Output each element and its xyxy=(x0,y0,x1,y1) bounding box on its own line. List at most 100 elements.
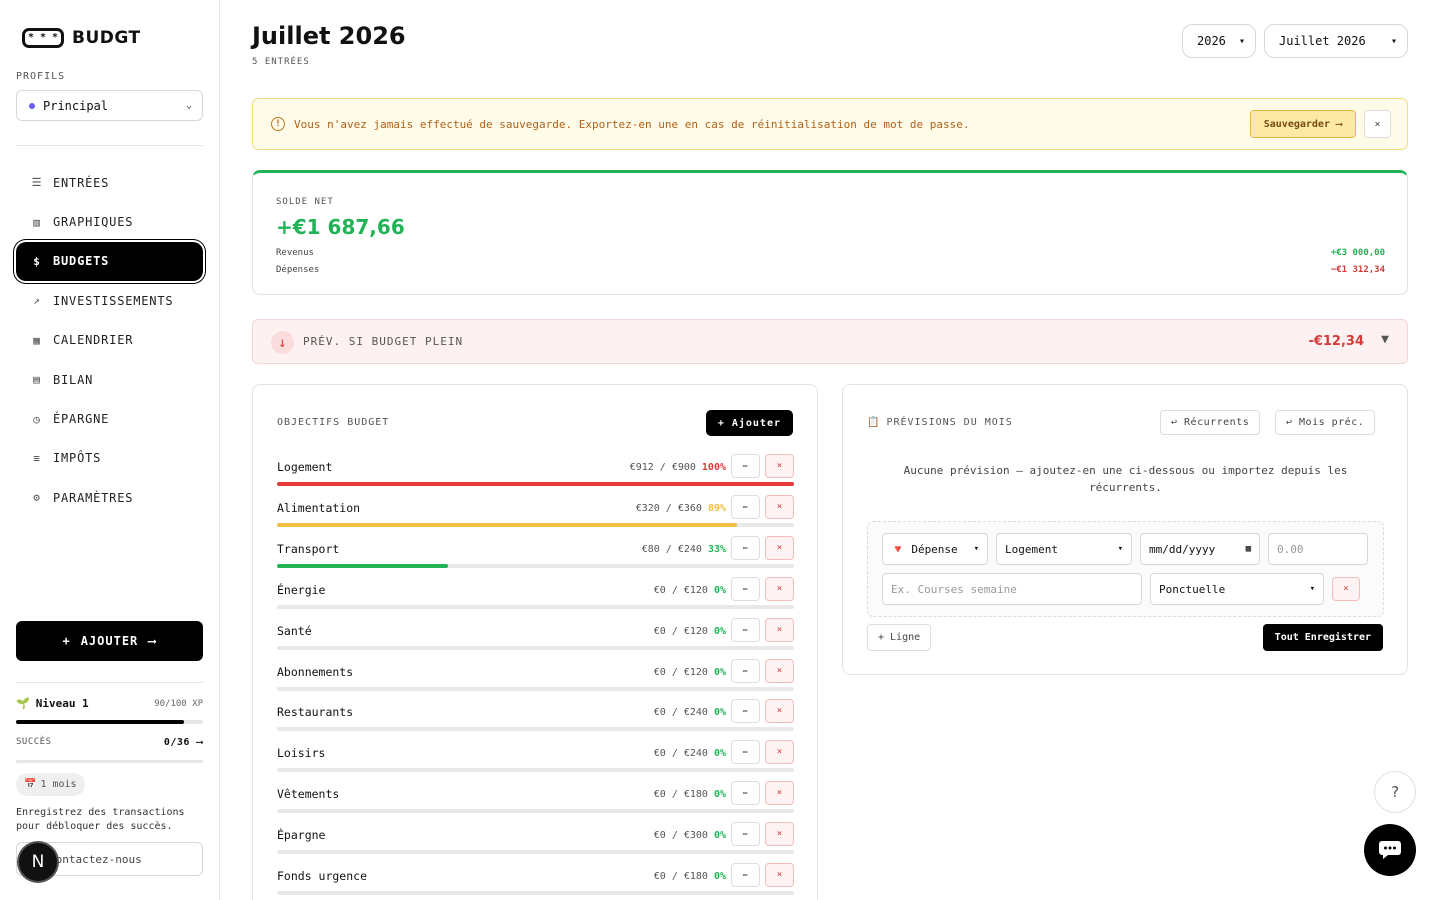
edit-budget-button[interactable]: ✏ xyxy=(731,454,760,478)
delete-budget-button[interactable]: × xyxy=(765,535,794,560)
succes-row[interactable]: SUCCÈS 0/36 ⟶ xyxy=(16,737,203,748)
chat-button[interactable] xyxy=(1364,824,1416,876)
delete-budget-button[interactable]: × xyxy=(765,699,794,724)
date-input[interactable]: mm/dd/yyyy ▦ xyxy=(1140,533,1260,565)
year-select[interactable]: 2026 ▾ xyxy=(1182,24,1256,58)
edit-budget-button[interactable]: ✏ xyxy=(731,699,760,724)
delete-budget-button[interactable]: × xyxy=(765,658,794,683)
budget-row: Alimentation €320 / €360 89% ✏ × xyxy=(277,494,794,536)
month-badge-label: 1 mois xyxy=(40,779,77,790)
logo[interactable]: * * * BUDGT xyxy=(22,28,141,48)
chevron-down-icon: ▾ xyxy=(1309,584,1315,594)
edit-budget-button[interactable]: ✏ xyxy=(731,576,760,601)
delete-budget-button[interactable]: × xyxy=(765,494,794,519)
help-button[interactable]: ? xyxy=(1374,771,1416,813)
type-select[interactable]: 🔻 Dépense ▾ xyxy=(882,533,988,565)
budget-name: Vêtements xyxy=(277,787,340,802)
delete-budget-button[interactable]: × xyxy=(765,863,794,887)
add-budget-button[interactable]: + Ajouter xyxy=(705,410,793,436)
type-select-value: 🔻 Dépense xyxy=(891,542,958,556)
nav-item-epargne[interactable]: ◷ ÉPARGNE xyxy=(16,399,203,438)
clock-icon: ◷ xyxy=(33,412,41,426)
forecast-form: 🔻 Dépense ▾ Logement ▾ mm/dd/yyyy ▦ 0.00… xyxy=(867,521,1384,617)
budget-row: Transport €80 / €240 33% ✏ × xyxy=(277,535,794,577)
budget-percent: 0% xyxy=(713,584,726,596)
description-input[interactable]: Ex. Courses semaine xyxy=(882,573,1142,605)
edit-budget-button[interactable]: ✏ xyxy=(731,535,760,560)
budget-row: Loisirs €0 / €240 0% ✏ × xyxy=(277,740,794,781)
receipt-icon: ≡ xyxy=(33,451,41,465)
nav-item-calendrier[interactable]: ▦ CALENDRIER xyxy=(16,321,203,360)
add-entry-button[interactable]: + AJOUTER ⟶ xyxy=(16,621,203,661)
profile-name: Principal xyxy=(43,98,109,113)
nav-item-impots[interactable]: ≡ IMPÔTS xyxy=(16,439,203,478)
close-banner-button[interactable]: × xyxy=(1364,110,1391,138)
nav-label: BUDGETS xyxy=(53,254,110,269)
budget-row: Vêtements €0 / €180 0% ✏ × xyxy=(277,781,794,822)
divider xyxy=(16,682,203,683)
page-title: Juillet 2026 xyxy=(252,22,406,50)
nav-item-investissements[interactable]: ↗ INVESTISSEMENTS xyxy=(16,281,203,320)
nav-item-bilan[interactable]: ▤ BILAN xyxy=(16,360,203,399)
nav-item-parametres[interactable]: ⚙ PARAMÈTRES xyxy=(16,478,203,517)
n-avatar[interactable]: N xyxy=(19,843,57,881)
budget-amount: €320 / €360 89% xyxy=(635,502,726,514)
budget-progress-fill xyxy=(277,522,738,527)
delete-budget-button[interactable]: × xyxy=(765,454,794,478)
nav-label: GRAPHIQUES xyxy=(53,215,134,230)
budget-row: Abonnements €0 / €120 0% ✏ × xyxy=(277,658,794,700)
delete-budget-button[interactable]: × xyxy=(765,617,794,642)
delete-line-button[interactable]: × xyxy=(1332,577,1360,601)
budget-progress-bar xyxy=(277,686,794,691)
delete-budget-button[interactable]: × xyxy=(765,740,794,765)
depenses-label: Dépenses xyxy=(276,265,320,275)
delete-budget-button[interactable]: × xyxy=(765,781,794,806)
document-icon: ▤ xyxy=(33,373,41,387)
frequency-select[interactable]: Ponctuelle ▾ xyxy=(1150,573,1324,605)
edit-budget-button[interactable]: ✏ xyxy=(731,494,760,519)
budget-name: Énergie xyxy=(277,582,326,597)
edit-budget-button[interactable]: ✏ xyxy=(731,617,760,642)
budget-row: Logement €912 / €900 100% ✏ × xyxy=(277,454,794,495)
delete-budget-button[interactable]: × xyxy=(765,576,794,601)
import-recurrents-button[interactable]: ↩ Récurrents xyxy=(1160,410,1261,435)
edit-budget-button[interactable]: ✏ xyxy=(731,740,760,765)
budget-progress-bar xyxy=(277,768,794,773)
add-line-button[interactable]: + Ligne xyxy=(867,624,932,651)
nav-label: BILAN xyxy=(53,372,94,387)
edit-budget-button[interactable]: ✏ xyxy=(731,863,760,887)
revenus-label: Revenus xyxy=(276,248,314,258)
budget-percent: 0% xyxy=(713,871,726,882)
nav-item-entrees[interactable]: ☰ ENTRÉES xyxy=(16,163,203,202)
profile-select[interactable]: Principal ⌄ xyxy=(16,90,203,121)
full-budget-forecast[interactable]: ↓ PRÉV. SI BUDGET PLEIN -€12,34 ▼ xyxy=(252,319,1408,364)
bar-chart-icon: ▥ xyxy=(33,215,41,229)
monthly-forecasts-title: PRÉVISIONS DU MOIS xyxy=(886,417,1013,428)
budget-name: Fonds urgence xyxy=(277,869,368,883)
net-balance-label: SOLDE NET xyxy=(276,197,334,207)
depenses-value: −€1 312,34 xyxy=(1330,265,1385,275)
month-badge: 📅 1 mois xyxy=(16,773,85,796)
budget-name: Abonnements xyxy=(277,664,354,679)
budget-name: Alimentation xyxy=(277,500,361,515)
save-all-button[interactable]: Tout Enregistrer xyxy=(1262,624,1383,651)
month-select[interactable]: Juillet 2026 ▾ xyxy=(1264,24,1408,58)
edit-budget-button[interactable]: ✏ xyxy=(731,781,760,806)
budget-progress-bar xyxy=(277,850,794,855)
category-select[interactable]: Logement ▾ xyxy=(996,533,1132,565)
budget-amount: €0 / €120 0% xyxy=(653,625,726,637)
nav-item-budgets[interactable]: $ BUDGETS xyxy=(16,241,203,282)
amount-input[interactable]: 0.00 xyxy=(1268,533,1368,565)
edit-budget-button[interactable]: ✏ xyxy=(731,822,760,847)
nav-item-graphiques[interactable]: ▥ GRAPHIQUES xyxy=(16,202,203,241)
save-backup-button[interactable]: Sauvegarder ⟶ xyxy=(1249,110,1356,138)
import-previous-month-button[interactable]: ↩ Mois préc. xyxy=(1275,410,1376,435)
backup-warning-text: Vous n'avez jamais effectué de sauvegard… xyxy=(294,117,970,131)
nav-label: ENTRÉES xyxy=(53,175,110,190)
budget-progress-bar xyxy=(277,809,794,814)
net-balance-value: +€1 687,66 xyxy=(276,215,405,239)
edit-budget-button[interactable]: ✏ xyxy=(731,658,760,683)
delete-budget-button[interactable]: × xyxy=(765,822,794,847)
nav-label: PARAMÈTRES xyxy=(53,490,134,505)
expand-toggle-icon[interactable]: ▼ xyxy=(1381,332,1389,347)
